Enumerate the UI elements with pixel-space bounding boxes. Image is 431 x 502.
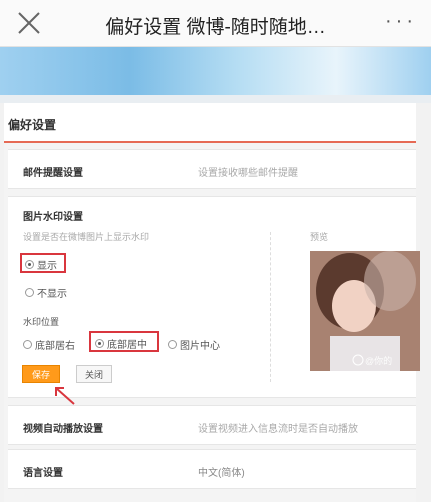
video-autoplay-row[interactable]: 视频自动播放设置 设置视频进入信息流时是否自动播放 — [8, 405, 416, 445]
watermark-position-label: 水印位置 — [23, 317, 60, 327]
preview-image: @你的 — [310, 251, 420, 371]
pointer-arrow-icon — [55, 387, 75, 405]
close-button[interactable]: 关闭 — [76, 365, 112, 383]
mail-settings-desc: 设置接收哪些邮件提醒 — [198, 168, 298, 179]
position-center-radio[interactable]: 图片中心 — [168, 337, 220, 352]
position-bottom-center-label: 底部居中 — [107, 340, 147, 351]
radio-unselected-icon — [25, 288, 34, 297]
settings-panel: 偏好设置 邮件提醒设置 设置接收哪些邮件提醒 图片水印设置 设置是否在微博图片上… — [4, 103, 420, 502]
preview-label: 预览 — [310, 232, 329, 242]
position-center-label: 图片中心 — [180, 341, 220, 352]
top-bar: 偏好设置 微博-随时随地… ··· — [0, 0, 431, 47]
language-label: 语言设置 — [23, 468, 63, 479]
page-title: 偏好设置 微博-随时随地… — [105, 17, 326, 38]
column-divider — [270, 232, 271, 382]
position-bottom-right-label: 底部居右 — [35, 341, 75, 352]
section-header: 偏好设置 — [4, 103, 416, 143]
watermark-hide-label: 不显示 — [37, 289, 67, 300]
watermark-show-radio[interactable]: 显示 — [25, 257, 57, 272]
watermark-overlay: 搜搜游戏 — [300, 458, 388, 480]
more-menu-icon[interactable]: ··· — [385, 10, 417, 33]
video-autoplay-desc: 设置视频进入信息流时是否自动播放 — [198, 424, 358, 435]
header-banner — [0, 47, 431, 95]
video-autoplay-label: 视频自动播放设置 — [23, 424, 103, 435]
mail-settings-label: 邮件提醒设置 — [23, 168, 83, 179]
watermark-settings-label: 图片水印设置 — [23, 212, 83, 223]
radio-selected-icon — [95, 339, 104, 348]
language-value: 中文(简体) — [198, 468, 245, 479]
radio-selected-icon — [25, 260, 34, 269]
watermark-hide-radio[interactable]: 不显示 — [25, 285, 67, 300]
watermark-settings-desc: 设置是否在微博图片上显示水印 — [23, 232, 150, 242]
banner-shadow — [0, 95, 431, 103]
preview-photo — [310, 251, 420, 371]
position-bottom-center-radio[interactable]: 底部居中 — [95, 336, 147, 351]
section-title: 偏好设置 — [8, 118, 57, 132]
radio-unselected-icon — [168, 340, 177, 349]
preview-watermark-text: @你的 — [365, 356, 393, 366]
mail-settings-row[interactable]: 邮件提醒设置 设置接收哪些邮件提醒 — [8, 149, 416, 189]
radio-unselected-icon — [23, 340, 32, 349]
position-bottom-right-radio[interactable]: 底部居右 — [23, 337, 75, 352]
close-icon[interactable] — [16, 10, 42, 36]
save-button[interactable]: 保存 — [22, 365, 60, 383]
watermark-settings-panel: 图片水印设置 设置是否在微博图片上显示水印 显示 不显示 水印位置 底部居右 底… — [8, 196, 420, 398]
watermark-show-label: 显示 — [37, 261, 57, 272]
